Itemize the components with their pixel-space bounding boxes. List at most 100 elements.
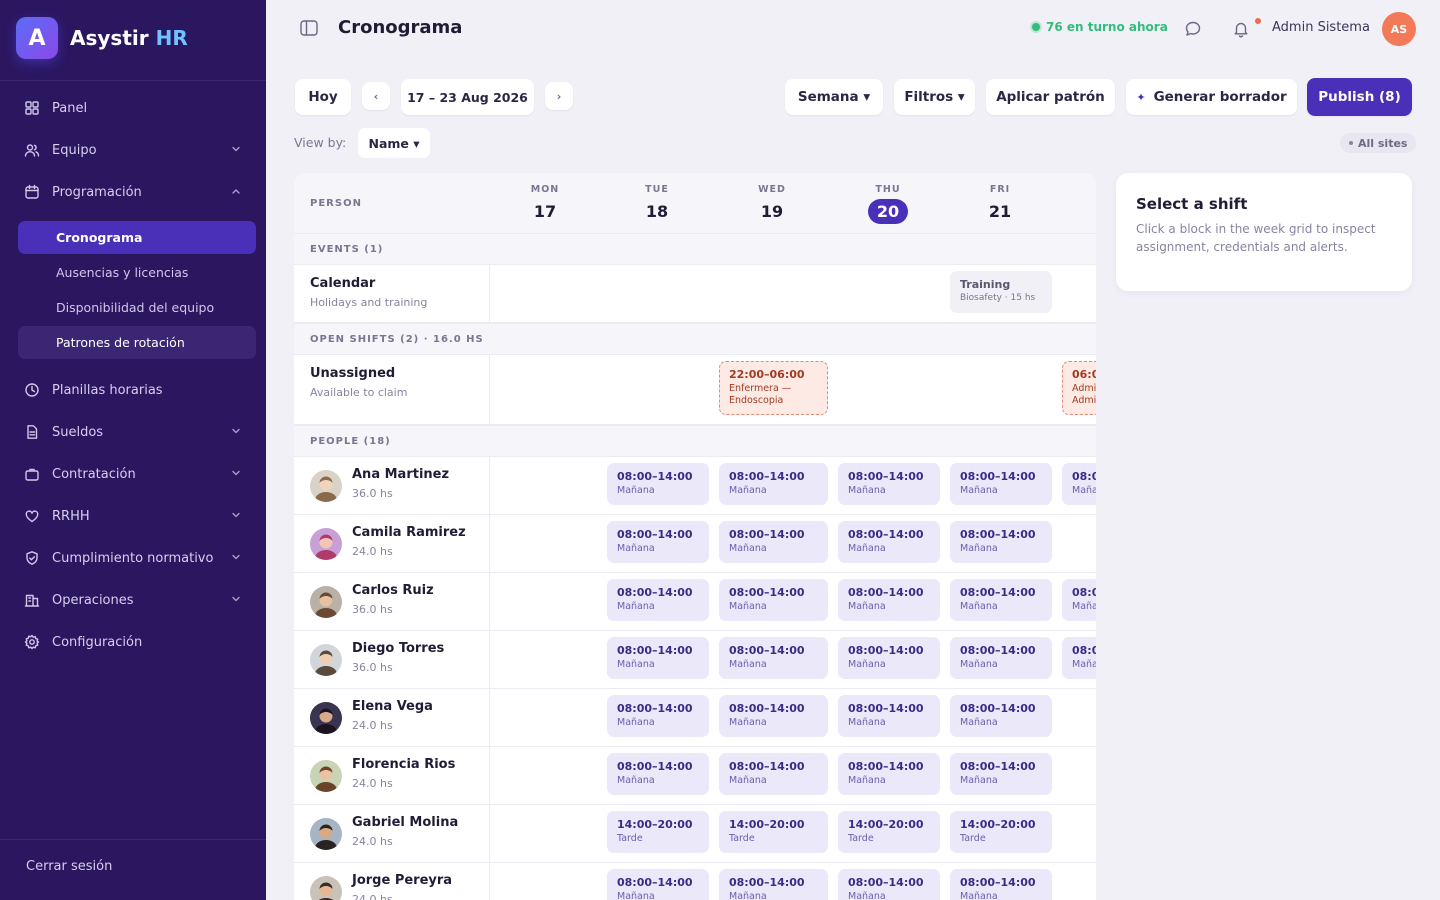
- logout-link[interactable]: Cerrar sesión: [26, 859, 112, 874]
- next-week-button[interactable]: ›: [545, 82, 573, 110]
- open-shift-block[interactable]: 06:00–14:00 Administrativo — Administrac…: [1062, 361, 1096, 415]
- shift-block[interactable]: 08:00–14:00 Mañana: [607, 579, 709, 621]
- shift-block[interactable]: 14:00–20:00 Tarde: [838, 811, 940, 853]
- sidebar-item-configuracion[interactable]: Configuración: [0, 621, 266, 663]
- apply-pattern-button[interactable]: Aplicar patrón: [986, 79, 1115, 115]
- person-row[interactable]: Carlos Ruiz 36.0 hs 08:00–14:00 Mañana 0…: [294, 573, 1096, 631]
- user-name[interactable]: Admin Sistema: [1272, 20, 1370, 35]
- brand[interactable]: A Asystir HR: [16, 17, 188, 59]
- person-row[interactable]: Jorge Pereyra 24.0 hs 08:00–14:00 Mañana…: [294, 863, 1096, 900]
- people-section: PEOPLE (18): [294, 425, 1096, 457]
- person-name: Diego Torres: [352, 641, 445, 656]
- day-header-mon[interactable]: MON 17: [515, 184, 575, 224]
- person-row[interactable]: Elena Vega 24.0 hs 08:00–14:00 Mañana 08…: [294, 689, 1096, 747]
- shift-block[interactable]: 08:00–14:00 Mañana: [719, 521, 828, 563]
- shift-block[interactable]: 08:00–14:00 Mañana: [950, 753, 1052, 795]
- shift-block[interactable]: 08:00–14:00 Mañana: [950, 637, 1052, 679]
- shift-block[interactable]: 08:00–14:00 Mañana: [719, 753, 828, 795]
- day-header-wed[interactable]: WED 19: [742, 184, 802, 224]
- person-row[interactable]: Gabriel Molina 24.0 hs 14:00–20:00 Tarde…: [294, 805, 1096, 863]
- shift-block[interactable]: 08:00–14:00 Mañana: [719, 579, 828, 621]
- sidebar-item-planillas-horarias[interactable]: Planillas horarias: [0, 369, 266, 411]
- avatar: [310, 702, 342, 734]
- shift-block[interactable]: 08:00–14:00 Mañana: [950, 463, 1052, 505]
- day-name: MON: [530, 184, 560, 195]
- day-number: 19: [760, 202, 784, 221]
- sidebar-item-operaciones[interactable]: Operaciones: [0, 579, 266, 621]
- chat-icon[interactable]: [1184, 20, 1202, 38]
- person-name: Jorge Pereyra: [352, 873, 453, 888]
- avatar: [310, 818, 342, 850]
- day-header-thu[interactable]: THU 20: [858, 184, 918, 224]
- filters-button[interactable]: Filtros ▾: [894, 79, 975, 115]
- open-shifts-section: OPEN SHIFTS (2) · 16.0 HS: [294, 323, 1096, 355]
- person-row[interactable]: Florencia Rios 24.0 hs 08:00–14:00 Mañan…: [294, 747, 1096, 805]
- inspector-title: Select a shift: [1136, 195, 1248, 213]
- shift-block[interactable]: 08:00–14:00 Mañana: [838, 695, 940, 737]
- view-by-label: View by:: [294, 135, 347, 150]
- date-range[interactable]: 17 – 23 Aug 2026: [401, 79, 534, 115]
- person-row[interactable]: Ana Martinez 36.0 hs 08:00–14:00 Mañana …: [294, 457, 1096, 515]
- sidebar-subitem-disponibilidad-del-equipo[interactable]: Disponibilidad del equipo: [18, 291, 256, 324]
- open-shift-block[interactable]: 22:00–06:00 Enfermera — Endoscopia: [719, 361, 828, 415]
- event-block[interactable]: Training Biosafety · 15 hs: [950, 271, 1052, 313]
- chevron-down-icon: [232, 428, 240, 434]
- shift-block[interactable]: 08:00–14:00 Mañana: [950, 521, 1052, 563]
- shift-block[interactable]: 08:00–14:00 Mañana: [719, 869, 828, 900]
- user-avatar[interactable]: AS: [1382, 12, 1416, 46]
- prev-week-button[interactable]: ‹: [362, 82, 390, 110]
- shift-block[interactable]: 08:00–14:00 Mañana: [950, 869, 1052, 900]
- sidebar-subitem-ausencias-y-licencias[interactable]: Ausencias y licencias: [18, 256, 256, 289]
- sidebar-item-cumplimiento-normativo[interactable]: Cumplimiento normativo: [0, 537, 266, 579]
- today-button[interactable]: Hoy: [295, 79, 351, 115]
- building-icon: [24, 594, 40, 607]
- shift-block[interactable]: 08:00–14:00 Mañana: [607, 753, 709, 795]
- shift-block[interactable]: 08:00–14:00 Mañana: [607, 637, 709, 679]
- generate-draft-button[interactable]: ✦ Generar borrador: [1126, 79, 1297, 115]
- shift-block[interactable]: 14:00–20:00 Tarde: [607, 811, 709, 853]
- avatar: [310, 760, 342, 792]
- bell-icon[interactable]: [1232, 20, 1250, 38]
- shift-block[interactable]: 08:00–14:00 Mañana: [838, 753, 940, 795]
- shift-block[interactable]: 08:00–14:00 Mañana: [1062, 637, 1096, 679]
- day-header-tue[interactable]: TUE 18: [627, 184, 687, 224]
- sidebar-toggle-icon[interactable]: [300, 20, 318, 36]
- shift-block[interactable]: 08:00–14:00 Mañana: [607, 869, 709, 900]
- sidebar-item-equipo[interactable]: Equipo: [0, 129, 266, 171]
- day-header-fri[interactable]: FRI 21: [970, 184, 1030, 224]
- shield-icon: [26, 551, 38, 565]
- shift-block[interactable]: 08:00–14:00 Mañana: [1062, 463, 1096, 505]
- sidebar-item-label: Operaciones: [52, 592, 134, 608]
- sidebar-subitem-patrones-de-rotacion[interactable]: Patrones de rotación: [18, 326, 256, 359]
- publish-button[interactable]: Publish (8): [1307, 78, 1412, 116]
- sidebar-item-contratacion[interactable]: Contratación: [0, 453, 266, 495]
- person-name: Camila Ramirez: [352, 525, 466, 540]
- shift-block[interactable]: 08:00–14:00 Mañana: [838, 579, 940, 621]
- shift-block[interactable]: 08:00–14:00 Mañana: [719, 695, 828, 737]
- view-by-select[interactable]: Name ▾: [358, 128, 430, 158]
- person-row[interactable]: Diego Torres 36.0 hs 08:00–14:00 Mañana …: [294, 631, 1096, 689]
- shift-block[interactable]: 08:00–14:00 Mañana: [838, 637, 940, 679]
- sidebar-subitem-cronograma[interactable]: Cronograma: [18, 221, 256, 254]
- sites-filter[interactable]: All sites: [1340, 133, 1417, 153]
- shift-block[interactable]: 08:00–14:00 Mañana: [719, 463, 828, 505]
- shift-block[interactable]: 08:00–14:00 Mañana: [607, 695, 709, 737]
- shift-block[interactable]: 08:00–14:00 Mañana: [719, 637, 828, 679]
- shift-block[interactable]: 08:00–14:00 Mañana: [950, 695, 1052, 737]
- shift-block[interactable]: 14:00–20:00 Tarde: [719, 811, 828, 853]
- shift-block[interactable]: 08:00–14:00 Mañana: [950, 579, 1052, 621]
- sidebar-item-programacion[interactable]: Programación: [0, 171, 266, 213]
- shift-block[interactable]: 08:00–14:00 Mañana: [838, 463, 940, 505]
- shift-block[interactable]: 08:00–14:00 Mañana: [838, 521, 940, 563]
- shift-block[interactable]: 08:00–14:00 Mañana: [607, 521, 709, 563]
- shift-block[interactable]: 08:00–14:00 Mañana: [1062, 579, 1096, 621]
- shift-block[interactable]: 08:00–14:00 Mañana: [838, 869, 940, 900]
- shift-block[interactable]: 14:00–20:00 Tarde: [950, 811, 1052, 853]
- person-row[interactable]: Camila Ramirez 24.0 hs 08:00–14:00 Mañan…: [294, 515, 1096, 573]
- shift-block[interactable]: 08:00–14:00 Mañana: [607, 463, 709, 505]
- week-select[interactable]: Semana ▾: [785, 79, 883, 115]
- sidebar-item-rrhh[interactable]: RRHH: [0, 495, 266, 537]
- sidebar-item-panel[interactable]: Panel: [0, 87, 266, 129]
- document-icon: [27, 425, 38, 439]
- sidebar-item-sueldos[interactable]: Sueldos: [0, 411, 266, 453]
